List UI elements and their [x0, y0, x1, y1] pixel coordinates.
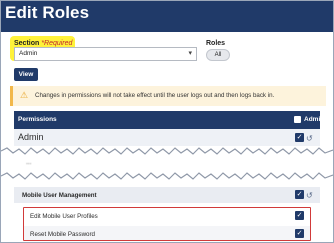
highlight-outline: [23, 207, 311, 241]
edit-roles-window: Edit Roles Section *Required Admin ▾ Role…: [0, 0, 334, 243]
admin-checkbox[interactable]: ✓: [295, 133, 304, 142]
view-button[interactable]: View: [14, 68, 38, 81]
permission-name: Admin: [18, 132, 44, 142]
section-select[interactable]: Admin ▾: [14, 47, 197, 61]
torn-edge-divider: [1, 147, 333, 155]
permission-row-obscured: ...: [14, 155, 320, 171]
required-indicator: *Required: [41, 40, 73, 47]
permission-row-mobile-user-management: Mobile User Management ✓ ↺: [14, 187, 320, 203]
undo-icon[interactable]: ↺: [306, 134, 313, 143]
permission-name: ...: [26, 159, 32, 166]
roles-label: Roles: [206, 40, 226, 47]
admin-column-label: Admin: [304, 116, 325, 123]
notice-message: Changes in permissions will not take eff…: [35, 92, 275, 99]
undo-icon[interactable]: ↺: [306, 191, 313, 200]
mobile-user-management-checkbox[interactable]: ✓: [295, 190, 304, 199]
warning-icon: ⚠: [20, 90, 29, 100]
section-select-value: Admin: [19, 50, 38, 57]
torn-edge-divider: [1, 172, 333, 180]
permissions-table-header: Permissions Admin: [14, 111, 324, 129]
permission-name: Mobile User Management: [22, 192, 97, 199]
permissions-notice: ⚠ Changes in permissions will not take e…: [10, 86, 326, 106]
select-all-checkbox[interactable]: [294, 116, 301, 123]
section-label: Section *Required: [14, 40, 73, 47]
permission-row-admin: Admin ✓ ↺: [14, 129, 320, 146]
permissions-column-label: Permissions: [18, 116, 57, 123]
roles-toggle[interactable]: All: [206, 49, 230, 61]
chevron-down-icon: ▾: [188, 50, 192, 57]
page-title: Edit Roles: [5, 3, 90, 22]
page-header: Edit Roles: [1, 1, 333, 32]
